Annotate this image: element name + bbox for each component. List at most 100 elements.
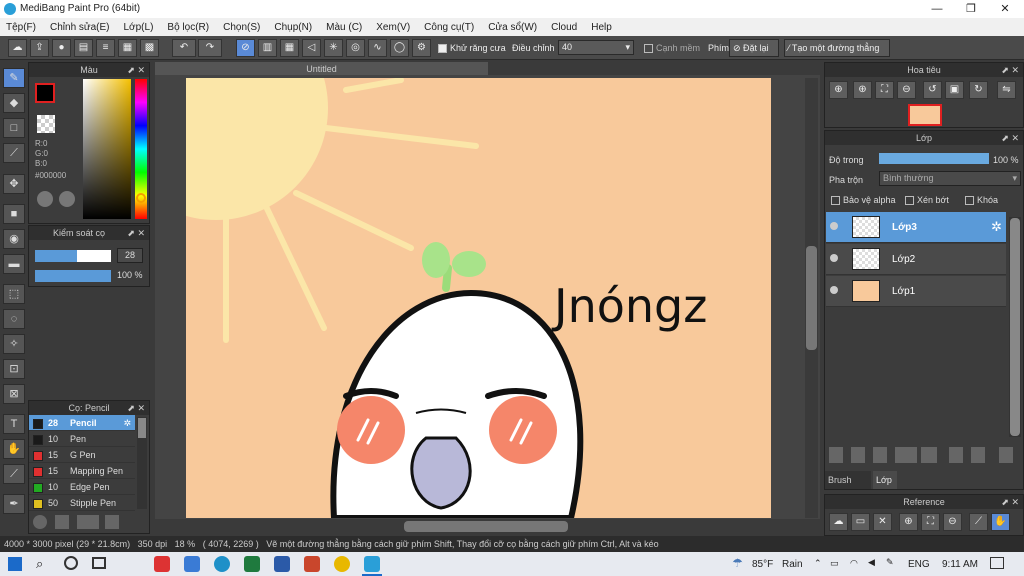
new-layer-icon[interactable]	[829, 447, 843, 463]
scrollbar-thumb[interactable]	[1010, 218, 1020, 436]
search-icon[interactable]: ⌕	[36, 556, 43, 572]
select-eraser-icon[interactable]: ⊠	[3, 384, 25, 404]
close-icon[interactable]: ⬈ ✕	[1001, 495, 1019, 509]
menu-tools[interactable]: Công cụ(T)	[424, 22, 474, 33]
snap-settings-icon[interactable]: ⚙	[412, 39, 431, 57]
reference-zoom-in-icon[interactable]: ⊕	[899, 513, 918, 531]
straight-line-button[interactable]: ⁄ Tạo một đường thẳng	[784, 39, 890, 57]
antialias-checkbox[interactable]: Khử răng cưa	[438, 43, 506, 54]
bucket-tool-icon[interactable]: ◉	[3, 229, 25, 249]
gear-icon[interactable]: ✲	[991, 219, 1002, 235]
network-icon[interactable]: ▭	[830, 558, 839, 569]
grid-icon[interactable]: ▩	[140, 39, 159, 57]
pen-tool-icon[interactable]: ✒	[3, 494, 25, 514]
layer-item[interactable]: Lớp3 ✲	[826, 212, 1006, 243]
chat-icon[interactable]: ●	[52, 39, 71, 57]
vertical-scroll-thumb[interactable]	[806, 246, 817, 350]
foreground-color-swatch[interactable]	[35, 83, 55, 103]
brush-tool-icon[interactable]: ✎	[3, 68, 25, 88]
windows-start-icon[interactable]	[8, 557, 22, 571]
brush-item[interactable]: 10 Pen	[29, 431, 135, 447]
folder-icon[interactable]	[921, 447, 937, 463]
duplicate-layer-icon[interactable]	[949, 447, 963, 463]
circle-snap-icon[interactable]: ◎	[346, 39, 365, 57]
computer-icon[interactable]	[184, 556, 200, 572]
tab-layer[interactable]: Lớp	[873, 471, 897, 489]
delete-layer-icon[interactable]	[999, 447, 1013, 463]
opera-icon[interactable]	[154, 556, 170, 572]
gradient-tool-icon[interactable]: ▬	[3, 254, 25, 274]
menu-layer[interactable]: Lớp(L)	[124, 22, 154, 33]
visibility-eye-icon[interactable]	[830, 222, 838, 230]
task-view-icon[interactable]	[92, 557, 106, 569]
close-icon[interactable]: ⬈ ✕	[1001, 63, 1019, 77]
lock-checkbox[interactable]: Khóa	[965, 195, 998, 206]
eraser-tool-icon[interactable]: ◆	[3, 93, 25, 113]
close-icon[interactable]: ⬈ ✕	[127, 401, 145, 415]
reference-zoom-out-icon[interactable]: ⊖	[943, 513, 962, 531]
brush-item[interactable]: 15 G Pen	[29, 447, 135, 463]
brush-size-slider[interactable]	[35, 250, 111, 262]
gear-icon[interactable]: ✲	[123, 415, 131, 431]
eyedropper-tool-icon[interactable]: ⟋	[3, 464, 25, 484]
menu-file[interactable]: Tệp(F)	[6, 22, 36, 33]
soft-edge-checkbox[interactable]: Cạnh mềm	[644, 43, 700, 54]
menu-view[interactable]: Xem(V)	[376, 22, 410, 33]
magic-wand-icon[interactable]: ✧	[3, 334, 25, 354]
upload-icon[interactable]: ⇪	[30, 39, 49, 57]
brush-item[interactable]: 10 Edge Pen	[29, 479, 135, 495]
weather-temperature[interactable]: 85°F	[752, 559, 773, 570]
protect-alpha-checkbox[interactable]: Bảo vệ alpha	[831, 195, 896, 206]
flip-icon[interactable]: ⇋	[997, 81, 1016, 99]
brush-item[interactable]: 50 Stipple Pen	[29, 495, 135, 511]
brush-settings-icon[interactable]	[105, 515, 119, 529]
clock[interactable]: 9:11 AM	[942, 559, 978, 570]
brush-item[interactable]: 28 Pencil ✲	[29, 415, 135, 431]
menu-color[interactable]: Màu (C)	[326, 22, 362, 33]
cortana-icon[interactable]	[64, 556, 78, 570]
menu-help[interactable]: Help	[591, 22, 612, 33]
visibility-eye-icon[interactable]	[830, 286, 838, 294]
correction-select[interactable]: 40 ▾	[558, 40, 634, 55]
perspective-snap-icon[interactable]: ◁	[302, 39, 321, 57]
new-1bit-layer-icon[interactable]	[873, 447, 887, 463]
excel-icon[interactable]	[244, 556, 260, 572]
navigator-thumbnail[interactable]	[908, 104, 942, 126]
close-icon[interactable]: ⬈ ✕	[1001, 131, 1019, 145]
redo-icon[interactable]: ↷	[198, 39, 222, 57]
reference-close-icon[interactable]: ✕	[873, 513, 892, 531]
new-halftone-layer-icon[interactable]	[851, 447, 865, 463]
brush-opacity-slider[interactable]	[35, 270, 111, 282]
reference-open-icon[interactable]: ▭	[851, 513, 870, 531]
merge-down-icon[interactable]	[971, 447, 985, 463]
layer-opacity-slider[interactable]	[879, 153, 989, 164]
maximize-button[interactable]: ❐	[954, 0, 988, 18]
text-tool-icon[interactable]: T	[3, 414, 25, 434]
rotate-left-icon[interactable]: ↺	[923, 81, 942, 99]
menu-cloud[interactable]: Cloud	[551, 22, 577, 33]
list-icon[interactable]: ≡	[96, 39, 115, 57]
edge-icon[interactable]	[214, 556, 230, 572]
layer-list-scrollbar[interactable]	[1009, 217, 1021, 437]
line-tool-icon[interactable]: ⟋	[3, 143, 25, 163]
book-icon[interactable]: ▦	[118, 39, 137, 57]
cloud-icon[interactable]: ☁	[8, 39, 27, 57]
reference-cloud-icon[interactable]: ☁	[829, 513, 848, 531]
close-icon[interactable]: ⬈ ✕	[127, 63, 145, 77]
comment-icon[interactable]: ▤	[74, 39, 93, 57]
hand-tool-icon[interactable]: ✋	[3, 439, 25, 459]
tab-brush-size[interactable]: Brush Size	[825, 471, 871, 503]
menu-filter[interactable]: Bộ lọc(R)	[167, 22, 209, 33]
select-pen-icon[interactable]: ⊡	[3, 359, 25, 379]
undo-icon[interactable]: ↶	[172, 39, 196, 57]
speaker-icon[interactable]: ◀	[868, 557, 875, 568]
reference-fit-icon[interactable]: ⛶	[921, 513, 940, 531]
palette-add-icon[interactable]	[59, 191, 75, 207]
word-icon[interactable]	[274, 556, 290, 572]
move-tool-icon[interactable]: ✥	[3, 174, 25, 194]
fit-screen-icon[interactable]: ▣	[945, 81, 964, 99]
reference-hand-icon[interactable]: ✋	[991, 513, 1010, 531]
parallel-snap-icon[interactable]: ▥	[258, 39, 277, 57]
reference-eyedropper-icon[interactable]: ⟋	[969, 513, 988, 531]
radial-snap-icon[interactable]: ✳	[324, 39, 343, 57]
